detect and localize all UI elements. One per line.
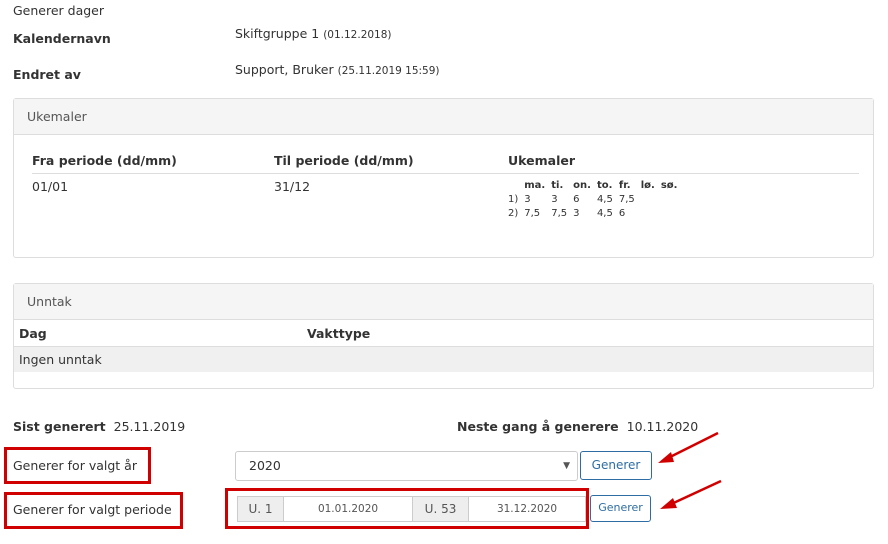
annotation-box-period-label xyxy=(4,492,183,529)
arrow-icon xyxy=(660,479,722,509)
unntak-panel: Unntak Dag Vakttype Ingen unntak xyxy=(13,283,874,389)
last-generated: Sist generert 25.11.2019 xyxy=(13,419,185,434)
annotation-box-period-inputs xyxy=(225,488,589,529)
calendar-name-label: Kalendernavn xyxy=(13,31,111,46)
week-value: 6 xyxy=(618,208,626,219)
header-divider xyxy=(32,173,859,174)
week-value xyxy=(661,207,684,221)
changed-by-date: (25.11.2019 15:59) xyxy=(337,65,440,77)
week-value: 3 xyxy=(551,194,558,205)
unntak-title: Unntak xyxy=(14,284,873,320)
col-to-header: Til periode (dd/mm) xyxy=(274,153,414,168)
table-row: Ingen unntak xyxy=(14,346,873,372)
week-value: 7,5 xyxy=(551,208,568,219)
annotation-arrows xyxy=(658,431,722,509)
changed-by-label: Endret av xyxy=(13,67,81,82)
col-from-header: Fra periode (dd/mm) xyxy=(32,153,177,168)
day-header: ma. xyxy=(524,180,546,191)
week-value xyxy=(641,207,661,221)
week-number: 2) xyxy=(508,208,519,219)
arrow-icon xyxy=(658,431,719,463)
row-to: 31/12 xyxy=(274,179,311,194)
calendar-name-value: Skiftgruppe 1 xyxy=(235,26,320,41)
week-value: 7,5 xyxy=(618,194,635,205)
ukemaler-panel: Ukemaler Fra periode (dd/mm) Til periode… xyxy=(13,98,874,258)
day-header: to. xyxy=(596,180,613,191)
week-value: 3 xyxy=(524,194,531,205)
week-value: 4,5 xyxy=(596,194,613,205)
year-select-value: 2020 xyxy=(249,458,281,473)
week-template-table: ma. ti. on. to. fr. lø. sø. 1) 3 3 6 4,5… xyxy=(508,179,683,221)
generate-period-button[interactable]: Generer xyxy=(590,495,651,522)
week-value: 4,5 xyxy=(596,208,613,219)
day-header: lø. xyxy=(640,180,655,191)
week-value xyxy=(641,193,661,207)
calendar-name: Skiftgruppe 1 (01.12.2018) xyxy=(235,26,392,41)
last-generated-value: 25.11.2019 xyxy=(113,419,186,434)
last-generated-label: Sist generert xyxy=(13,419,106,434)
col-day-header: Dag xyxy=(19,326,47,341)
week-value: 7,5 xyxy=(524,208,541,219)
next-generate-label: Neste gang å generere xyxy=(457,419,619,434)
day-header: sø. xyxy=(660,180,678,191)
week-value xyxy=(661,193,684,207)
changed-by-value: Support, Bruker xyxy=(235,62,334,77)
day-header: ti. xyxy=(551,180,564,191)
ukemaler-title: Ukemaler xyxy=(14,99,873,135)
calendar-name-date: (01.12.2018) xyxy=(323,29,392,41)
page-title: Generer dager xyxy=(13,3,105,18)
chevron-down-icon: ▼ xyxy=(563,461,570,471)
week-value: 3 xyxy=(573,208,580,219)
empty-message: Ingen unntak xyxy=(19,352,102,367)
year-select[interactable]: 2020 ▼ xyxy=(235,451,578,481)
day-header: on. xyxy=(573,180,591,191)
col-templates-header: Ukemaler xyxy=(508,153,575,168)
week-number: 1) xyxy=(508,194,519,205)
day-header: fr. xyxy=(618,180,631,191)
row-from: 01/01 xyxy=(32,179,69,194)
col-type-header: Vakttype xyxy=(307,326,371,341)
annotation-box-year xyxy=(4,447,151,484)
generate-year-button[interactable]: Generer xyxy=(580,451,652,480)
changed-by: Support, Bruker (25.11.2019 15:59) xyxy=(235,62,440,77)
week-value: 6 xyxy=(573,194,580,205)
